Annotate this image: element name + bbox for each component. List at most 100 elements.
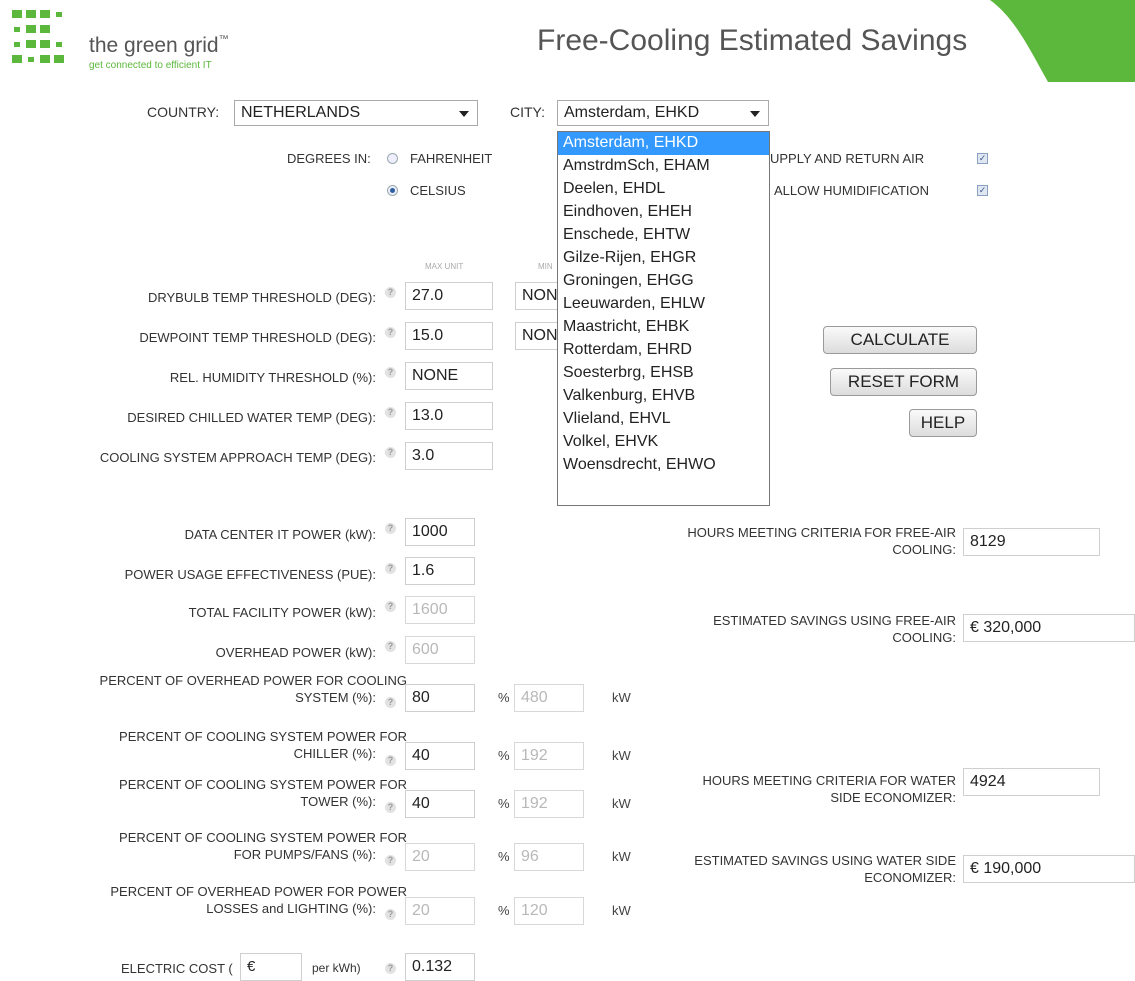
pue-input[interactable]: 1.6 xyxy=(405,557,475,585)
hours-water-side-output: 4924 xyxy=(963,768,1100,796)
page-title: Free-Cooling Estimated Savings xyxy=(537,24,968,57)
city-option[interactable]: Groningen, EHGG xyxy=(558,270,769,293)
electric-cost-label-end: per kWh) xyxy=(312,961,361,975)
max-unit-header: MAX UNIT xyxy=(425,262,464,271)
chilled-water-input[interactable]: 13.0 xyxy=(405,402,493,430)
tower-input[interactable]: 40 xyxy=(405,790,475,818)
help-icon[interactable]: ? xyxy=(385,367,396,378)
total-facility-input: 1600 xyxy=(405,596,475,624)
drybulb-label: DRYBULB TEMP THRESHOLD (DEG): xyxy=(147,290,376,305)
city-option[interactable]: Rotterdam, EHRD xyxy=(558,339,769,362)
losses-lighting-input: 20 xyxy=(405,897,475,925)
losses-lighting-label: PERCENT OF OVERHEAD POWER FOR POWER LOSSE… xyxy=(110,884,407,916)
help-icon[interactable]: ? xyxy=(385,287,396,298)
humidification-checkbox[interactable]: ✓ xyxy=(977,185,988,196)
degrees-label: DEGREES IN: xyxy=(287,151,371,166)
city-option[interactable]: Woensdrecht, EHWO xyxy=(558,454,769,477)
help-button[interactable]: HELP xyxy=(909,409,977,437)
chevron-down-icon xyxy=(459,111,469,117)
help-icon[interactable]: ? xyxy=(385,909,396,920)
celsius-radio[interactable] xyxy=(387,185,398,196)
percent-sign: % xyxy=(498,748,510,763)
help-icon[interactable]: ? xyxy=(385,563,396,574)
help-icon[interactable]: ? xyxy=(385,755,396,766)
city-select[interactable]: Amsterdam, EHKD xyxy=(557,100,769,126)
help-icon[interactable]: ? xyxy=(385,855,396,866)
currency-input[interactable]: € xyxy=(240,953,302,981)
approach-temp-input[interactable]: 3.0 xyxy=(405,442,493,470)
cooling-system-input[interactable]: 80 xyxy=(405,684,475,712)
savings-free-air-output: € 320,000 xyxy=(963,614,1135,642)
percent-sign: % xyxy=(498,796,510,811)
calculate-button[interactable]: CALCULATE xyxy=(823,326,977,354)
city-option[interactable]: Amsterdam, EHKD xyxy=(558,132,769,155)
pue-label: POWER USAGE EFFECTIVENESS (PUE): xyxy=(124,567,376,582)
city-dropdown-list: Amsterdam, EHKD AmstrdmSch, EHAM Deelen, E… xyxy=(557,131,770,506)
hours-free-air-output: 8129 xyxy=(963,528,1100,556)
help-icon[interactable]: ? xyxy=(385,601,396,612)
city-option[interactable]: Deelen, EHDL xyxy=(558,178,769,201)
electric-cost-label-start: ELECTRIC COST ( xyxy=(121,961,233,976)
city-option[interactable]: Valkenburg, EHVB xyxy=(558,385,769,408)
humidity-input[interactable]: NONE xyxy=(405,362,493,390)
dewpoint-min-input[interactable]: NON xyxy=(515,322,560,350)
city-label: CITY: xyxy=(510,104,546,120)
pumps-fans-input: 20 xyxy=(405,843,475,871)
supply-return-checkbox[interactable]: ✓ xyxy=(977,153,988,164)
dewpoint-label: DEWPOINT TEMP THRESHOLD (DEG): xyxy=(139,330,376,345)
city-option[interactable]: Vlieland, EHVL xyxy=(558,408,769,431)
green-grid-logo-icon xyxy=(12,10,64,63)
chiller-kw-output: 192 xyxy=(514,742,584,770)
dewpoint-input[interactable]: 15.0 xyxy=(405,322,493,350)
reset-form-button[interactable]: RESET FORM xyxy=(830,368,977,396)
chilled-water-label: DESIRED CHILLED WATER TEMP (DEG): xyxy=(127,410,376,425)
help-icon[interactable]: ? xyxy=(385,523,396,534)
percent-sign: % xyxy=(498,690,510,705)
logo-tagline: get connected to efficient IT xyxy=(89,60,212,71)
losses-lighting-kw-output: 120 xyxy=(514,897,584,925)
kw-unit: kW xyxy=(612,748,631,763)
fahrenheit-radio[interactable] xyxy=(387,153,398,164)
approach-temp-label: COOLING SYSTEM APPROACH TEMP (DEG): xyxy=(99,450,376,465)
savings-water-side-label: ESTIMATED SAVINGS USING WATER SIDE ECONOM… xyxy=(694,853,956,885)
help-icon[interactable]: ? xyxy=(385,802,396,813)
humidity-label: REL. HUMIDITY THRESHOLD (%): xyxy=(169,370,376,385)
help-icon[interactable]: ? xyxy=(385,641,396,652)
help-icon[interactable]: ? xyxy=(385,697,396,708)
savings-water-side-output: € 190,000 xyxy=(963,855,1135,883)
savings-free-air-label: ESTIMATED SAVINGS USING FREE-AIR COOLING: xyxy=(713,613,956,645)
header-swoosh-decoration xyxy=(990,0,1135,82)
city-option[interactable]: Maastricht, EHBK xyxy=(558,316,769,339)
help-icon[interactable]: ? xyxy=(385,327,396,338)
it-power-input[interactable]: 1000 xyxy=(405,518,475,546)
city-option[interactable]: Soesterbrg, EHSB xyxy=(558,362,769,385)
overhead-power-label: OVERHEAD POWER (kW): xyxy=(215,645,376,660)
kw-unit: kW xyxy=(612,690,631,705)
city-option[interactable]: Volkel, EHVK xyxy=(558,431,769,454)
cooling-kw-output: 480 xyxy=(514,684,584,712)
country-select[interactable]: NETHERLANDS xyxy=(234,100,478,126)
chevron-down-icon xyxy=(750,111,760,117)
overhead-power-input: 600 xyxy=(405,636,475,664)
percent-sign: % xyxy=(498,849,510,864)
drybulb-min-input[interactable]: NON xyxy=(515,282,560,310)
city-option[interactable]: Enschede, EHTW xyxy=(558,224,769,247)
city-option[interactable]: AmstrdmSch, EHAM xyxy=(558,155,769,178)
header: the green grid™ get connected to efficie… xyxy=(0,0,1135,82)
tower-label: PERCENT OF COOLING SYSTEM POWER FOR TOWER… xyxy=(119,777,407,809)
chiller-input[interactable]: 40 xyxy=(405,742,475,770)
min-unit-header: MIN xyxy=(538,262,553,271)
help-icon[interactable]: ? xyxy=(385,407,396,418)
help-icon[interactable]: ? xyxy=(385,963,396,974)
help-icon[interactable]: ? xyxy=(385,447,396,458)
supply-return-label: UPPLY AND RETURN AIR xyxy=(770,151,925,166)
city-option[interactable]: Leeuwarden, EHLW xyxy=(558,293,769,316)
cooling-system-label: PERCENT OF OVERHEAD POWER FOR COOLING SYS… xyxy=(99,673,407,705)
hours-water-side-label: HOURS MEETING CRITERIA FOR WATER SIDE ECO… xyxy=(702,773,956,805)
drybulb-input[interactable]: 27.0 xyxy=(405,282,493,310)
city-option[interactable]: Eindhoven, EHEH xyxy=(558,201,769,224)
electric-cost-input[interactable]: 0.132 xyxy=(405,953,475,981)
city-option[interactable]: Gilze-Rijen, EHGR xyxy=(558,247,769,270)
country-label: COUNTRY: xyxy=(147,104,220,120)
kw-unit: kW xyxy=(612,903,631,918)
